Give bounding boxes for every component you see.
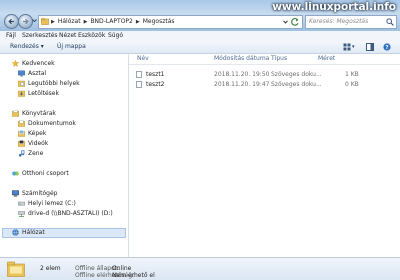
homegroup-icon — [12, 171, 19, 176]
pictures-icon — [18, 130, 25, 137]
file-name: teszt1 — [146, 71, 165, 78]
column-size[interactable]: Méret — [318, 54, 335, 64]
forward-arrow-icon — [23, 18, 29, 25]
nav-downloads-label: Letöltések — [28, 90, 59, 97]
documents-icon — [18, 120, 25, 127]
nav-drive-d-label: drive-d (\\BND-ASZTALI) (D:) — [28, 210, 113, 217]
network-folder-icon — [41, 18, 49, 25]
recent-places-icon — [18, 80, 25, 87]
nav-libraries-label: Könyvtárak — [22, 110, 56, 117]
computer-icon — [12, 190, 19, 197]
file-size: 1 KB — [345, 71, 359, 78]
desktop-icon — [18, 70, 25, 77]
file-modified: 2018.11.20. 19:50 — [214, 71, 270, 78]
nav-network[interactable]: Hálózat — [2, 228, 126, 238]
breadcrumb-network[interactable]: Hálózat — [58, 18, 81, 25]
search-box[interactable]: Keresés: Megosztás — [305, 15, 397, 29]
star-icon — [12, 60, 19, 67]
libraries-icon — [12, 110, 19, 117]
file-list: Név Módosítás dátuma Típus Méret teszt1 … — [129, 54, 400, 257]
file-type: Szöveges doku... — [271, 81, 322, 88]
organize-button[interactable]: Rendezés ▾ — [10, 41, 44, 53]
network-drive-icon — [18, 211, 25, 217]
view-options-icon[interactable] — [343, 43, 351, 51]
file-name: teszt2 — [146, 81, 165, 88]
navigation-pane: Kedvencek Asztal Legutóbbi helyek Letölt… — [0, 54, 129, 257]
column-type[interactable]: Típus — [271, 54, 287, 64]
title-bar: www.linuxportal.info ▶ Hálózat ▶ BND-LAPTOP… — [0, 0, 400, 32]
view-dropdown-icon[interactable]: ▾ — [352, 41, 355, 53]
svg-text:?: ? — [385, 45, 388, 51]
new-folder-button[interactable]: Új mappa — [57, 41, 86, 53]
menu-view[interactable]: Nézet — [59, 31, 76, 41]
help-icon[interactable]: ? — [383, 43, 391, 51]
preview-pane-icon[interactable] — [366, 43, 374, 51]
nav-desktop-label: Asztal — [28, 70, 47, 77]
refresh-icon[interactable] — [290, 17, 300, 27]
search-placeholder[interactable]: Keresés: Megosztás — [309, 16, 368, 28]
downloads-icon — [18, 90, 25, 97]
nav-documents-label: Dokumentumok — [28, 120, 76, 127]
nav-computer-label: Számítógép — [22, 190, 58, 197]
file-row[interactable]: teszt2 2018.11.20. 19:47 Szöveges doku..… — [129, 80, 400, 89]
nav-music-label: Zene — [28, 150, 44, 157]
file-row[interactable]: teszt1 2018.11.20. 19:50 Szöveges doku..… — [129, 70, 400, 79]
column-modified[interactable]: Módosítás dátuma — [214, 54, 269, 64]
column-header-row: Név Módosítás dátuma Típus Méret — [129, 54, 400, 65]
nav-videos-label: Videók — [28, 140, 49, 147]
network-icon — [12, 229, 19, 236]
nav-homegroup-label: Otthoni csoport — [22, 170, 69, 177]
address-history-dropdown-icon[interactable] — [283, 20, 288, 24]
nav-pictures-label: Képek — [28, 130, 47, 137]
explorer-window: www.linuxportal.info ▶ Hálózat ▶ BND-LAPTOP… — [0, 0, 400, 280]
address-bar[interactable]: ▶ Hálózat ▶ BND-LAPTOP2 ▶ Megosztás — [38, 15, 303, 29]
details-pane: 2 elem Offline állapot: Online Offline e… — [0, 257, 400, 280]
menu-edit[interactable]: Szerkesztés — [22, 31, 58, 41]
file-type: Szöveges doku... — [271, 71, 322, 78]
breadcrumb: ▶ Hálózat ▶ BND-LAPTOP2 ▶ Megosztás — [51, 16, 178, 28]
videos-icon — [18, 140, 25, 147]
forward-button[interactable] — [18, 14, 33, 29]
nav-recent-places-label: Legutóbbi helyek — [28, 80, 80, 87]
file-size: 0 KB — [345, 81, 359, 88]
nav-network-label: Hálózat — [22, 229, 45, 236]
menu-help[interactable]: Súgó — [108, 31, 123, 41]
breadcrumb-share[interactable]: Megosztás — [143, 18, 175, 25]
offline-status-value: Online — [112, 265, 132, 272]
breadcrumb-separator-icon[interactable]: ▶ — [136, 19, 140, 25]
hard-disk-icon — [18, 201, 25, 206]
breadcrumb-separator-icon[interactable]: ▶ — [84, 19, 88, 25]
column-name[interactable]: Név — [137, 54, 149, 64]
breadcrumb-computer[interactable]: BND-LAPTOP2 — [90, 18, 132, 25]
watermark: www.linuxportal.info — [272, 1, 396, 13]
search-icon[interactable] — [386, 18, 394, 26]
organize-label: Rendezés — [10, 43, 39, 50]
text-file-icon — [136, 81, 142, 88]
music-icon — [18, 150, 25, 157]
offline-availability-value: Nem érhető el — [112, 272, 155, 279]
menu-file[interactable]: Fájl — [6, 31, 16, 41]
recent-pages-dropdown-icon[interactable] — [32, 18, 37, 23]
item-count: 2 elem — [40, 265, 61, 272]
text-file-icon — [136, 71, 142, 78]
file-modified: 2018.11.20. 19:47 — [214, 81, 270, 88]
command-bar: Rendezés ▾ Új mappa ▾ ? — [0, 41, 400, 54]
nav-favorites-label: Kedvencek — [22, 60, 55, 67]
nav-local-disk-label: Helyi lemez (C:) — [28, 200, 76, 207]
breadcrumb-separator-icon[interactable]: ▶ — [51, 19, 55, 25]
menu-tools[interactable]: Eszközök — [78, 31, 105, 41]
back-button[interactable] — [4, 14, 19, 29]
network-folder-large-icon — [7, 261, 25, 277]
back-arrow-icon — [8, 18, 14, 25]
